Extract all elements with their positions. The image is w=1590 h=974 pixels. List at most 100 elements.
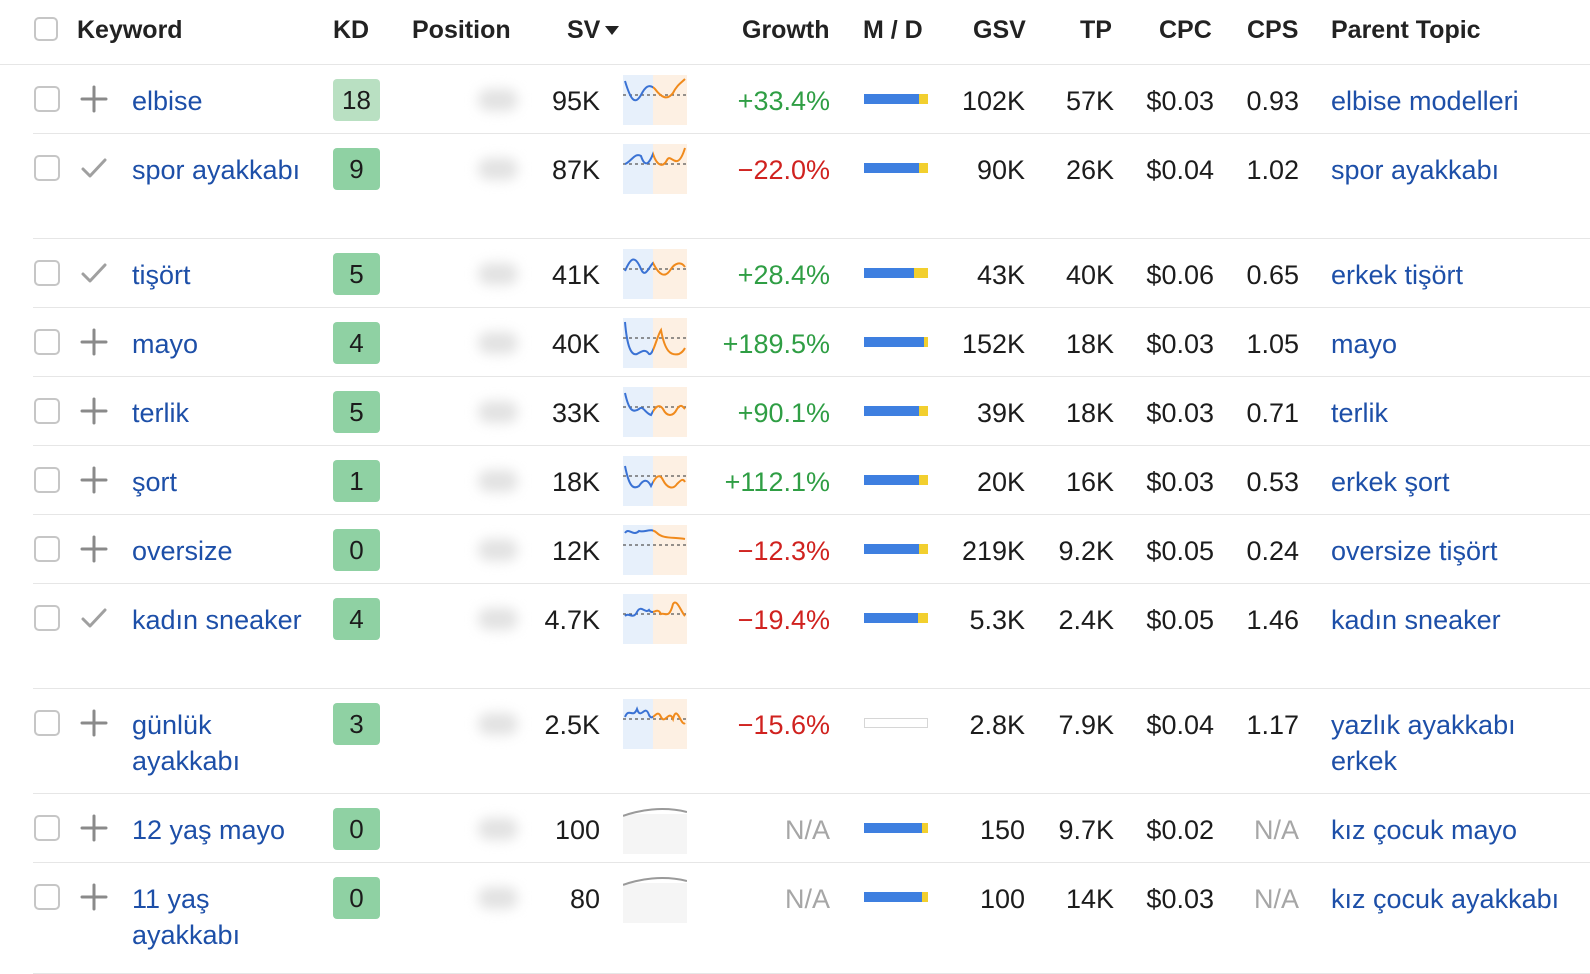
trend-sparkline[interactable] xyxy=(622,873,688,923)
parent-topic-link[interactable]: yazlık ayakkabı erkek xyxy=(1331,707,1586,779)
check-icon[interactable] xyxy=(80,604,108,632)
trend-sparkline[interactable] xyxy=(623,456,687,506)
keyword-link[interactable]: oversize xyxy=(132,533,322,569)
header-keyword[interactable]: Keyword xyxy=(77,16,183,45)
header-kd[interactable]: KD xyxy=(333,16,369,45)
position-blurred xyxy=(478,89,518,111)
search-volume: 87K xyxy=(551,155,600,185)
clicks-per-search: 0.71 xyxy=(1246,398,1299,428)
row-checkbox[interactable] xyxy=(34,467,60,493)
row-checkbox[interactable] xyxy=(34,260,60,286)
parent-topic-link[interactable]: kadın sneaker xyxy=(1331,602,1586,638)
row-checkbox[interactable] xyxy=(34,86,60,112)
header-cps[interactable]: CPS xyxy=(1247,16,1298,45)
header-sv-label: SV xyxy=(567,16,601,44)
keyword-link[interactable]: 11 yaş ayakkabı xyxy=(132,881,322,953)
parent-topic-link[interactable]: spor ayakkabı xyxy=(1331,152,1586,188)
trend-sparkline[interactable] xyxy=(622,804,688,854)
keyword-link[interactable]: mayo xyxy=(132,326,322,362)
parent-topic-link[interactable]: kız çocuk ayakkabı xyxy=(1331,881,1586,917)
plus-icon[interactable] xyxy=(80,883,108,911)
row-checkbox[interactable] xyxy=(34,155,60,181)
kd-badge: 9 xyxy=(333,148,380,190)
row-checkbox[interactable] xyxy=(34,710,60,736)
header-sv[interactable]: SV xyxy=(567,16,620,45)
check-icon[interactable] xyxy=(80,154,108,182)
keyword-link[interactable]: kadın sneaker xyxy=(132,602,322,638)
growth-value: −22.0% xyxy=(737,155,830,185)
table-row: elbise 18 95K +33.4% 102K 57K $0.03 0.93 elbise … xyxy=(0,65,1590,134)
position-blurred xyxy=(478,713,518,735)
plus-icon[interactable] xyxy=(80,535,108,563)
clicks-per-search: 0.24 xyxy=(1246,536,1299,566)
header-tp[interactable]: TP xyxy=(1080,16,1112,45)
keyword-link[interactable]: tişört xyxy=(132,257,322,293)
keyword-link[interactable]: günlük ayakkabı xyxy=(132,707,322,779)
plus-icon[interactable] xyxy=(80,709,108,737)
desktop-share xyxy=(919,475,928,485)
parent-topic-link[interactable]: terlik xyxy=(1331,395,1586,431)
mobile-share xyxy=(864,406,919,416)
parent-topic-link[interactable]: mayo xyxy=(1331,326,1586,362)
kd-badge: 0 xyxy=(333,529,380,571)
keyword-link[interactable]: terlik xyxy=(132,395,322,431)
trend-sparkline[interactable] xyxy=(623,699,687,749)
plus-icon[interactable] xyxy=(80,397,108,425)
header-md[interactable]: M / D xyxy=(863,16,923,45)
header-position[interactable]: Position xyxy=(412,16,511,45)
row-checkbox[interactable] xyxy=(34,815,60,841)
kd-badge: 18 xyxy=(333,79,380,121)
parent-topic-link[interactable]: oversize tişört xyxy=(1331,533,1586,569)
trend-sparkline[interactable] xyxy=(623,387,687,437)
plus-icon[interactable] xyxy=(80,328,108,356)
parent-topic-link[interactable]: elbise modelleri xyxy=(1331,83,1586,119)
keyword-link[interactable]: spor ayakkabı xyxy=(132,152,322,188)
header-gsv[interactable]: GSV xyxy=(973,16,1026,45)
keyword-link[interactable]: elbise xyxy=(132,83,322,119)
plus-icon[interactable] xyxy=(80,466,108,494)
mobile-desktop-bar xyxy=(864,94,928,104)
mobile-desktop-bar xyxy=(864,406,928,416)
mobile-desktop-bar xyxy=(864,892,928,902)
row-checkbox[interactable] xyxy=(34,398,60,424)
select-all-checkbox[interactable] xyxy=(34,17,58,41)
keyword-link[interactable]: şort xyxy=(132,464,322,500)
row-checkbox[interactable] xyxy=(34,884,60,910)
header-parent-topic[interactable]: Parent Topic xyxy=(1331,16,1481,45)
table-row: oversize 0 12K −12.3% 219K 9.2K $0.05 0.24 overs… xyxy=(0,515,1590,584)
trend-sparkline[interactable] xyxy=(623,249,687,299)
position-blurred xyxy=(478,332,518,354)
growth-value: +28.4% xyxy=(737,260,830,290)
clicks-per-search: N/A xyxy=(1253,884,1299,914)
desktop-share xyxy=(914,268,928,278)
plus-icon[interactable] xyxy=(80,85,108,113)
position-blurred xyxy=(478,470,518,492)
global-search-volume: 100 xyxy=(979,884,1025,914)
row-checkbox[interactable] xyxy=(34,605,60,631)
cost-per-click: $0.03 xyxy=(1146,398,1214,428)
global-search-volume: 43K xyxy=(976,260,1025,290)
check-icon[interactable] xyxy=(80,259,108,287)
trend-sparkline[interactable] xyxy=(623,318,687,368)
parent-topic-link[interactable]: erkek tişört xyxy=(1331,257,1586,293)
row-checkbox[interactable] xyxy=(34,329,60,355)
trend-sparkline[interactable] xyxy=(623,75,687,125)
kd-badge: 5 xyxy=(333,253,380,295)
trend-sparkline[interactable] xyxy=(623,144,687,194)
keyword-link[interactable]: 12 yaş mayo xyxy=(132,812,322,848)
table-row: tişört 5 41K +28.4% 43K 40K $0.06 0.65 erkek tiş… xyxy=(0,239,1590,308)
parent-topic-link[interactable]: erkek şort xyxy=(1331,464,1586,500)
trend-sparkline[interactable] xyxy=(623,525,687,575)
cost-per-click: $0.03 xyxy=(1146,884,1214,914)
header-growth[interactable]: Growth xyxy=(742,16,830,45)
trend-sparkline[interactable] xyxy=(623,594,687,644)
growth-value: +112.1% xyxy=(724,467,830,497)
traffic-potential: 9.2K xyxy=(1058,536,1114,566)
parent-topic-link[interactable]: kız çocuk mayo xyxy=(1331,812,1586,848)
clicks-per-search: 1.05 xyxy=(1246,329,1299,359)
traffic-potential: 57K xyxy=(1065,86,1114,116)
cost-per-click: $0.06 xyxy=(1146,260,1214,290)
plus-icon[interactable] xyxy=(80,814,108,842)
row-checkbox[interactable] xyxy=(34,536,60,562)
header-cpc[interactable]: CPC xyxy=(1159,16,1212,45)
